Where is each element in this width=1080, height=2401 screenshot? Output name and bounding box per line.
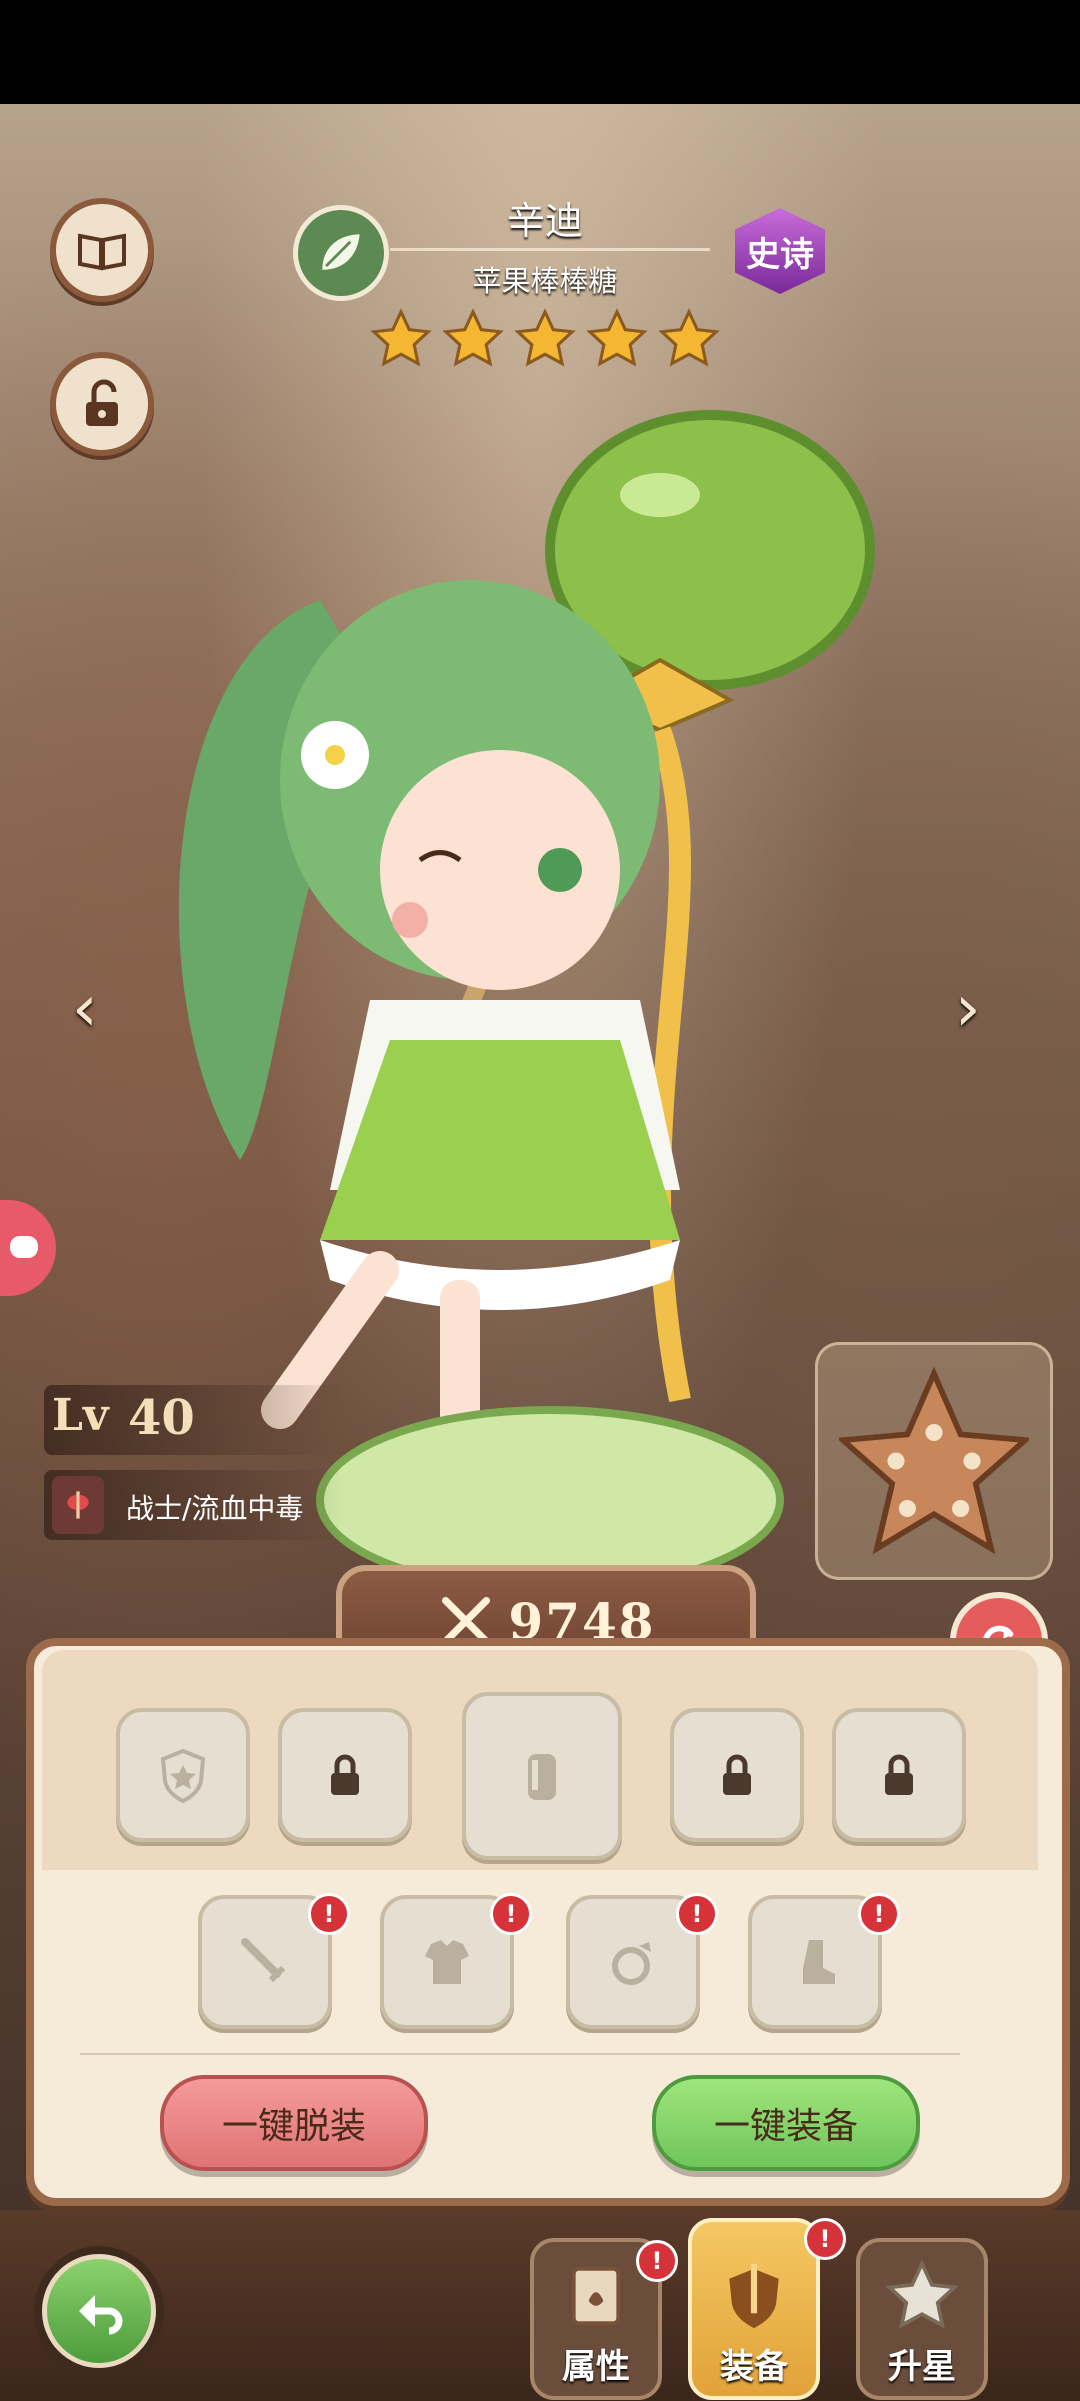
alert-badge: !: [490, 1893, 532, 1935]
alert-badge: !: [308, 1893, 350, 1935]
equip-all-button[interactable]: 一键装备: [652, 2075, 920, 2171]
badge-slot[interactable]: [116, 1708, 250, 1842]
ring-icon: [612, 1942, 651, 1985]
star-icon: [370, 308, 432, 367]
star-icon: [658, 308, 720, 367]
tab-star-up-label: 升星: [888, 2347, 956, 2387]
back-arrow-icon: [79, 2295, 123, 2335]
level-value: 40: [128, 1390, 195, 1446]
boot-icon: [803, 1940, 835, 1984]
rune-star-button[interactable]: [815, 1342, 1053, 1580]
status-bar: [0, 0, 1080, 104]
lock-icon: [885, 1754, 913, 1795]
back-button[interactable]: [34, 2246, 164, 2376]
tab-attributes-label: 属性: [562, 2347, 630, 2387]
panel-divider: [80, 2053, 960, 2055]
alert-badge: !: [858, 1893, 900, 1935]
alert-badge: !: [676, 1893, 718, 1935]
sword-icon: [241, 1938, 286, 1983]
canister-icon: [528, 1754, 556, 1800]
star-icon: [586, 308, 648, 367]
next-character-arrow[interactable]: ›: [955, 972, 981, 1046]
tab-alert-badge: !: [804, 2218, 846, 2260]
unequip-all-button[interactable]: 一键脱装: [160, 2075, 428, 2171]
character-subtitle: 苹果棒棒糖: [472, 264, 618, 298]
star-icon: [442, 308, 504, 367]
title-divider: [390, 248, 710, 251]
star-icon: [885, 2259, 959, 2329]
leaf-icon: [322, 234, 360, 270]
character-name: 辛迪: [506, 199, 583, 243]
tab-equipment-label: 装备: [720, 2347, 788, 2387]
shield-sword-icon: [729, 2263, 779, 2329]
class-icon: [293, 205, 389, 301]
lock-icon: [331, 1754, 359, 1795]
locked-slot[interactable]: [670, 1708, 804, 1842]
lock-icon: [723, 1754, 751, 1795]
rune-star-icon: [839, 1366, 1029, 1555]
prev-character-arrow[interactable]: ‹: [72, 972, 98, 1046]
armor-icon: [425, 1940, 469, 1984]
canister-slot[interactable]: [462, 1692, 622, 1860]
axe-icon: [52, 1476, 104, 1534]
character-tags: 战士/流血中毒: [126, 1492, 304, 1525]
star-icon: [514, 308, 576, 367]
tab-alert-badge: !: [636, 2240, 678, 2282]
locked-slot[interactable]: [832, 1708, 966, 1842]
scroll-icon: [571, 2267, 621, 2325]
shield-star-icon: [160, 1748, 206, 1804]
codex-button[interactable]: [50, 198, 154, 302]
star-rating: [370, 308, 720, 378]
locked-slot[interactable]: [278, 1708, 412, 1842]
level-label: Lv: [52, 1390, 109, 1441]
tab-star-up[interactable]: 升星: [856, 2238, 988, 2400]
book-icon: [78, 233, 126, 271]
tab-equipment[interactable]: 装备: [688, 2218, 820, 2400]
